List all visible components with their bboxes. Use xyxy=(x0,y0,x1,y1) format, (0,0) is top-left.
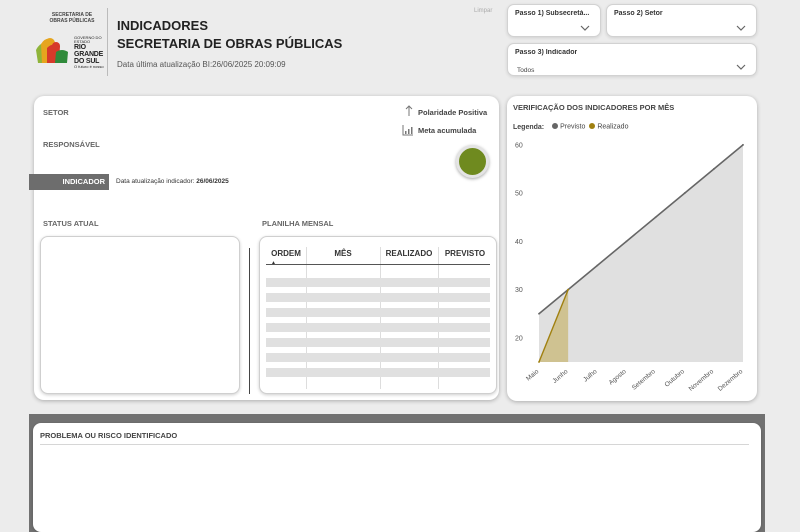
arrow-up-icon xyxy=(405,105,413,116)
accumulated-goal-label: Meta acumulada xyxy=(418,126,477,135)
col-header-previsto[interactable]: PREVISTO xyxy=(438,249,492,258)
status-indicator-circle xyxy=(456,145,489,178)
table-header-line xyxy=(266,264,490,265)
indicator-date-value: 26/06/2025 xyxy=(196,178,229,185)
table-row[interactable] xyxy=(266,278,490,287)
responsavel-label: RESPONSÁVEL xyxy=(43,140,100,149)
filter-indicador-dropdown[interactable]: Passo 3) Indicador Todos xyxy=(507,43,757,76)
data-point-previsto xyxy=(683,192,686,194)
y-tick-label: 60 xyxy=(515,142,523,149)
setor-label: SETOR xyxy=(43,108,69,117)
filter-subsecretaria-dropdown[interactable]: Passo 1) Subsecretá... xyxy=(507,4,601,37)
bar-chart-icon xyxy=(402,125,413,136)
x-tick-label: Novembro xyxy=(688,368,716,393)
logo-state-text: GOVERNO DO ESTADO RIO GRANDE DO SUL O fu… xyxy=(74,36,110,69)
problem-title: PROBLEMA OU RISCO IDENTIFICADO xyxy=(40,431,178,440)
table-row[interactable] xyxy=(266,308,490,317)
x-tick-label: Setembro xyxy=(631,368,657,392)
chevron-down-icon xyxy=(736,25,746,31)
filter-setor-dropdown[interactable]: Passo 2) Setor xyxy=(606,4,757,37)
data-point-previsto xyxy=(654,216,657,219)
chevron-down-icon xyxy=(736,64,746,70)
data-point-previsto xyxy=(742,143,744,146)
chart-title: VERIFICAÇÃO DOS INDICADORES POR MÊS xyxy=(513,103,675,112)
filter-indicador-value: Todos xyxy=(517,67,535,74)
rs-government-emblem-icon xyxy=(36,38,68,63)
data-point-previsto xyxy=(712,168,715,170)
section-divider xyxy=(249,248,250,394)
secretaria-logo: SECRETARIA DE OBRAS PÚBLICAS GOVERNO DO … xyxy=(34,12,110,72)
indicator-date-label: Data atualização indicador: xyxy=(116,178,195,185)
data-point-previsto xyxy=(538,312,540,315)
sort-asc-icon[interactable]: ▲ xyxy=(271,260,276,266)
problem-card: PROBLEMA OU RISCO IDENTIFICADO xyxy=(33,423,761,532)
data-point-previsto xyxy=(625,240,628,243)
table-row[interactable] xyxy=(266,368,490,377)
col-header-realizado[interactable]: REALIZADO xyxy=(380,249,438,258)
status-atual-box xyxy=(40,236,240,394)
y-tick-label: 40 xyxy=(515,239,523,246)
legend-realizado-swatch xyxy=(589,123,596,129)
page-title: INDICADORES xyxy=(117,18,209,33)
planilha-mensal-label: PLANILHA MENSAL xyxy=(262,219,334,228)
table-row[interactable] xyxy=(266,323,490,332)
x-tick-label: Outubro xyxy=(663,368,686,389)
logo-tagline: O futuro é nosso xyxy=(74,64,104,69)
monthly-table[interactable]: ORDEM MÊS REALIZADO PREVISTO ▲ xyxy=(259,236,497,394)
x-tick-label: Junho xyxy=(551,368,569,385)
x-tick-label: Julho xyxy=(582,368,599,384)
x-tick-label: Agosto xyxy=(608,368,628,387)
problem-divider xyxy=(40,444,749,445)
table-row[interactable] xyxy=(266,293,490,302)
clear-filters-button[interactable]: Limpar xyxy=(474,8,492,14)
polarity-label: Polaridade Positiva xyxy=(418,108,488,117)
x-tick-label: Dezembro xyxy=(717,368,745,393)
filter-subsecretaria-label: Passo 1) Subsecretá... xyxy=(515,10,590,17)
y-tick-label: 20 xyxy=(515,335,523,342)
col-header-mes[interactable]: MÊS xyxy=(306,249,380,258)
data-point-realizado xyxy=(538,361,540,363)
logo-gov-small: GOVERNO DO ESTADO xyxy=(74,35,102,44)
data-point-previsto xyxy=(596,264,599,267)
indicator-update-date: Data atualização indicador: 26/06/2025 xyxy=(116,178,229,185)
x-tick-label: Maio xyxy=(525,368,541,383)
chevron-down-icon xyxy=(580,25,590,31)
table-row[interactable] xyxy=(266,353,490,362)
series-area-previsto xyxy=(539,144,743,362)
status-atual-label: STATUS ATUAL xyxy=(43,219,99,228)
page-subtitle: SECRETARIA DE OBRAS PÚBLICAS xyxy=(117,36,343,51)
col-header-ordem[interactable]: ORDEM xyxy=(266,249,306,258)
filter-indicador-label: Passo 3) Indicador xyxy=(515,49,578,56)
indicator-chart[interactable]: 20 30 40 50 60 Maio Junho Julho Agosto Setembro Ou… xyxy=(507,130,757,400)
y-tick-label: 50 xyxy=(515,191,523,198)
y-tick-label: 30 xyxy=(515,287,523,294)
indicador-tag: INDICADOR xyxy=(29,174,109,190)
last-update-text: Data última atualização BI:26/06/2025 20… xyxy=(117,60,286,69)
data-point-realizado xyxy=(567,288,570,291)
legend-previsto-swatch xyxy=(552,123,559,129)
filter-setor-label: Passo 2) Setor xyxy=(614,10,663,17)
header-divider xyxy=(107,8,108,76)
logo-secretaria-line2: OBRAS PÚBLICAS xyxy=(49,18,95,24)
table-row[interactable] xyxy=(266,338,490,347)
logo-state-line1: RIO xyxy=(74,44,86,51)
logo-state-line2: GRANDE xyxy=(74,51,104,58)
